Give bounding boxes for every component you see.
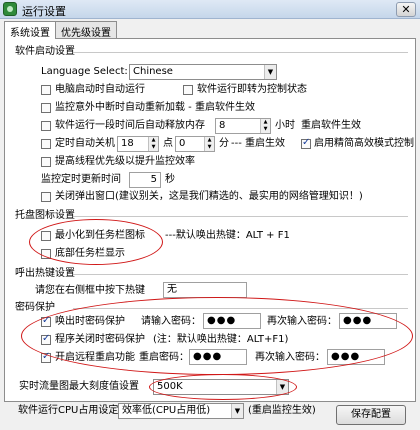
- language-select[interactable]: Chinese ▼: [129, 64, 277, 80]
- restart-password-confirm-input[interactable]: ●●●: [327, 349, 385, 365]
- shutdown-hour-value: 18: [121, 138, 134, 149]
- section-divider: [73, 216, 408, 217]
- flow-chart-scale-select[interactable]: 500K ▼: [153, 379, 289, 395]
- checkbox-close-password[interactable]: [41, 333, 51, 345]
- bottom-taskbar-label: 底部任务栏显示: [55, 248, 125, 259]
- cpu-usage-value: 效率低(CPU占用低): [122, 405, 211, 416]
- spin-arrows-icon[interactable]: ▲ ▼: [260, 119, 270, 133]
- minimize-to-tray-label: 最小化到任务栏图标: [55, 230, 145, 241]
- flow-chart-scale-value: 500K: [157, 381, 183, 392]
- to-tray-on-run-label: 软件运行即转为控制状态: [197, 84, 307, 95]
- hotkey-prompt: 请您在右侧框中按下热键: [35, 285, 145, 296]
- minute-note: --- 重启生效: [231, 138, 286, 149]
- language-label: Language Select:: [41, 66, 128, 77]
- tab-system-settings[interactable]: 系统设置: [4, 21, 56, 39]
- checkbox-to-tray-on-run[interactable]: [183, 85, 193, 95]
- tab-priority-settings[interactable]: 优先级设置: [55, 21, 117, 39]
- shutdown-minute-stepper[interactable]: 0 ▲ ▼: [175, 136, 215, 152]
- checkbox-scheduled-shutdown[interactable]: [41, 139, 51, 149]
- password-input[interactable]: ●●●: [203, 313, 261, 329]
- checkbox-simplified-mode[interactable]: [301, 137, 311, 149]
- settings-panel: 软件启动设置 Language Select: Chinese ▼ 电脑启动时自…: [4, 38, 416, 402]
- close-popup-label: 关闭弹出窗口(建议别关，这是我们精选的、最实用的网络管理知识！): [55, 191, 363, 202]
- language-select-value: Chinese: [133, 66, 173, 77]
- hours-unit: 小时: [275, 120, 295, 131]
- close-button[interactable]: ✕: [396, 2, 416, 17]
- section-divider: [73, 274, 408, 275]
- restart-password-input[interactable]: ●●●: [189, 349, 247, 365]
- reenter-restart-password-label: 再次输入密码：: [255, 352, 325, 363]
- close-password-label: 程序关闭时密码保护: [55, 334, 145, 345]
- close-password-note: (注：默认唤出热键：ALT+F1): [153, 334, 289, 345]
- hotkey-input[interactable]: 无: [163, 282, 247, 298]
- tab-bar: 系统设置 优先级设置: [4, 21, 416, 39]
- boot-autorun-label: 电脑启动时自动运行: [55, 84, 145, 95]
- password-confirm-input[interactable]: ●●●: [339, 313, 397, 329]
- checkbox-summon-password[interactable]: [41, 315, 51, 327]
- cpu-usage-label: 软件运行CPU占用设定: [18, 405, 119, 416]
- reload-if-abnormal-label: 监控意外中断时自动重新加载 - 重启软件生效: [55, 102, 255, 113]
- section-password: 密码保护: [15, 302, 55, 313]
- minute-unit: 分: [219, 138, 229, 149]
- section-software-startup: 软件启动设置: [15, 46, 75, 57]
- release-memory-label: 软件运行一段时间后自动释放内存: [55, 120, 205, 131]
- remote-restart-label: 开启远程重启功能: [55, 352, 135, 363]
- chevron-down-icon: ▼: [264, 65, 276, 79]
- release-memory-hours-stepper[interactable]: 8 ▲ ▼: [215, 118, 271, 134]
- simplified-mode-label: 启用精简高效模式控制: [314, 138, 414, 149]
- reenter-password-label: 再次输入密码：: [267, 316, 337, 327]
- section-hotkey: 呼出热键设置: [15, 268, 75, 279]
- app-icon: [3, 2, 17, 16]
- save-config-button[interactable]: 保存配置: [336, 405, 406, 425]
- restart-effect-note: 重启软件生效: [301, 120, 361, 131]
- flow-chart-scale-label: 实时流量图最大刻度值设置: [19, 381, 139, 392]
- checkbox-close-popup[interactable]: [41, 192, 51, 202]
- checkbox-minimize-to-tray[interactable]: [41, 231, 51, 241]
- cpu-usage-select[interactable]: 效率低(CPU占用低) ▼: [118, 403, 244, 419]
- restart-password-label: 重启密码：: [139, 352, 189, 363]
- section-divider: [73, 308, 408, 309]
- checkbox-reload-if-abnormal[interactable]: [41, 103, 51, 113]
- tray-hotkey-note: ---默认唤出热键：ALT + F1: [165, 230, 290, 241]
- section-tray-icon: 托盘图标设置: [15, 210, 75, 221]
- chevron-down-icon: ▼: [276, 380, 288, 394]
- release-memory-hours-value: 8: [219, 120, 226, 131]
- title-bar: 运行设置 ✕: [0, 0, 420, 19]
- checkbox-boot-autorun[interactable]: [41, 85, 51, 95]
- raise-priority-label: 提高线程优先级以提升监控效率: [55, 156, 195, 167]
- spin-arrows-icon[interactable]: ▲ ▼: [204, 137, 214, 151]
- enter-password-label: 请输入密码：: [141, 316, 201, 327]
- shutdown-minute-value: 0: [179, 138, 186, 149]
- window-title: 运行设置: [22, 5, 66, 18]
- spin-arrows-icon[interactable]: ▲ ▼: [148, 137, 158, 151]
- shutdown-hour-stepper[interactable]: 18 ▲ ▼: [117, 136, 159, 152]
- cpu-usage-note: (重启监控生效): [248, 405, 316, 416]
- seconds-unit: 秒: [165, 174, 175, 185]
- monitor-interval-input[interactable]: 5: [129, 172, 161, 188]
- checkbox-raise-priority[interactable]: [41, 157, 51, 167]
- monitor-interval-label: 监控定时更新时间: [41, 174, 121, 185]
- summon-password-label: 唤出时密码保护: [55, 316, 125, 327]
- checkbox-bottom-taskbar[interactable]: [41, 249, 51, 259]
- checkbox-remote-restart[interactable]: [41, 351, 51, 363]
- chevron-down-icon: ▼: [231, 404, 243, 418]
- scheduled-shutdown-label: 定时自动关机: [55, 138, 115, 149]
- section-divider: [73, 52, 408, 53]
- checkbox-release-memory[interactable]: [41, 121, 51, 131]
- hour-unit: 点: [163, 138, 173, 149]
